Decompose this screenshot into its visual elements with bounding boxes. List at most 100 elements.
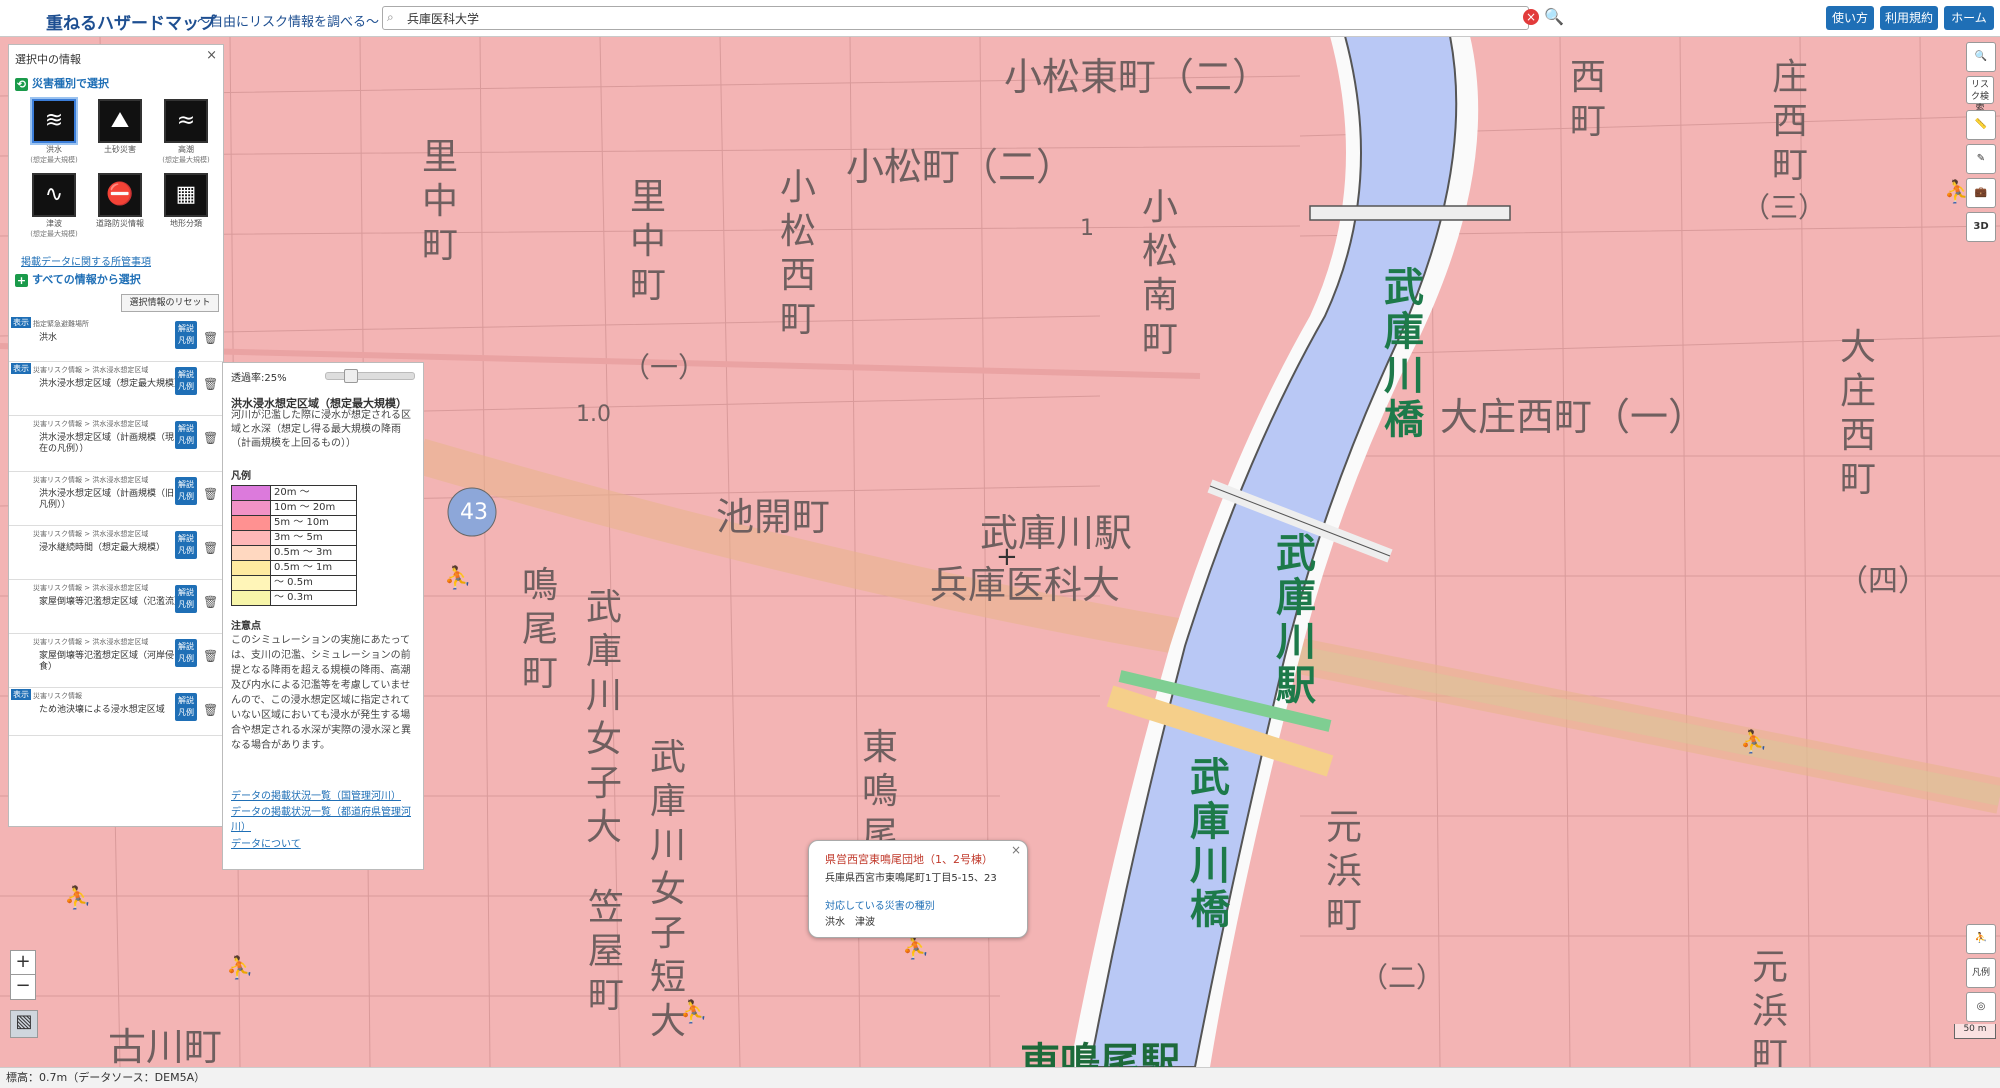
search-location-icon[interactable]: 🔍 [1966, 42, 1996, 72]
measure-icon[interactable]: 📏 [1966, 110, 1996, 140]
opacity-slider-knob[interactable] [344, 369, 358, 383]
shelter-icon[interactable]: ⛹ [64, 886, 91, 911]
layer-name: 洪水浸水想定区域（計画規模（旧凡例）） [39, 489, 175, 510]
hazard-storm-surge-button[interactable]: ≈ 高潮 (想定最大規模) [155, 99, 217, 165]
hazard-storm-surge-label: 高潮 [178, 145, 194, 154]
facility-address: 兵庫県西宮市東鳴尾町1丁目5-15、23 [825, 873, 997, 884]
home-button[interactable]: ホーム [1944, 6, 1994, 30]
selected-info-panel: 選択中の情報 × ⟲ 災害種別で選択 ≋ 洪水 (想定最大規模) ⛰ 土砂災害 ≈… [8, 44, 224, 827]
layer-item[interactable]: 表示 災害リスク情報 > 洪水浸水想定区域 洪水浸水想定区域（想定最大規模） 解… [9, 361, 223, 416]
shelter-icon[interactable]: ⛹ [1740, 730, 1767, 755]
risk-search-button[interactable]: リスク検索 [1966, 76, 1994, 114]
hazard-tsunami-button[interactable]: ∿ 津波 (想定最大規模) [23, 173, 85, 239]
trash-icon[interactable]: 🗑 [203, 703, 218, 717]
layer-legend-button[interactable]: 解説 凡例 [175, 639, 197, 667]
trash-icon[interactable]: 🗑 [203, 377, 218, 391]
layer-item[interactable]: 表示 指定緊急避難場所 洪水 解説 凡例 🗑 [9, 315, 223, 362]
layer-visible-badge[interactable]: 表示 [11, 317, 31, 328]
opacity-slider[interactable] [325, 369, 415, 383]
place-label-osho-nishi2: 大庄西町 [1840, 327, 1877, 500]
shelter-icon[interactable]: ⛹ [226, 956, 253, 981]
layer-name: 家屋倒壊等氾濫想定区域（氾濫流） [39, 597, 184, 607]
app-subtitle: 〜自由にリスク情報を調べる〜 [197, 15, 380, 30]
legend-swatch-label: 3m 〜 5m [274, 532, 323, 543]
search-icon: ⌕ [387, 10, 394, 24]
reset-selection-button[interactable]: 選択情報のリセット [121, 294, 219, 312]
legend-swatch-label: 20m 〜 [274, 487, 310, 498]
data-jurisdiction-link[interactable]: 掲載データに関する所管事項 [21, 253, 151, 268]
legend-swatch: 20m 〜 [231, 485, 357, 501]
place-label-furukawa: 古川町 [108, 1025, 223, 1067]
hazard-tsunami-note: (想定最大規模) [30, 230, 78, 238]
panel-close-icon[interactable]: × [206, 48, 217, 63]
draw-pen-icon[interactable]: ✎ [1966, 144, 1996, 174]
trash-icon[interactable]: 🗑 [203, 331, 218, 345]
trash-icon[interactable]: 🗑 [203, 649, 218, 663]
zoom-out-button[interactable]: − [10, 974, 36, 1000]
location-icon[interactable]: ◎ [1966, 992, 1996, 1022]
layer-legend-button[interactable]: 解説 凡例 [175, 421, 197, 449]
layer-item[interactable]: 災害リスク情報 > 洪水浸水想定区域 家屋倒壊等氾濫想定区域（河岸侵食） 解説 … [9, 633, 223, 688]
place-label-num-ni: （二） [1360, 961, 1445, 994]
layer-legend-button[interactable]: 解説 凡例 [175, 531, 197, 559]
search-button[interactable]: 🔍 [1544, 7, 1564, 27]
trash-icon[interactable]: 🗑 [203, 595, 218, 609]
place-label-komatsu: 小松町（二） [846, 145, 1075, 189]
hazard-tsunami-label: 津波 [46, 219, 62, 228]
clear-search-button[interactable]: × [1523, 9, 1539, 25]
legend-toggle-button[interactable]: 凡例 [1966, 958, 1996, 988]
trash-icon[interactable]: 🗑 [203, 487, 218, 501]
layer-legend-button[interactable]: 解説 凡例 [175, 367, 197, 395]
layer-legend-button[interactable]: 解説 凡例 [175, 693, 197, 721]
data-status-link-national[interactable]: データの掲載状況一覧（国管理河川） [231, 787, 401, 802]
layer-item[interactable]: 表示 災害リスク情報 ため池決壊による浸水想定区域 解説 凡例 🗑 [9, 687, 223, 736]
layer-legend-button[interactable]: 解説 凡例 [175, 477, 197, 505]
hazard-flood-button[interactable]: ≋ 洪水 (想定最大規模) [23, 99, 85, 165]
three-d-button[interactable]: 3D [1966, 212, 1996, 242]
layer-item[interactable]: 災害リスク情報 > 洪水浸水想定区域 洪水浸水想定区域（計画規模（旧凡例）） 解… [9, 471, 223, 526]
hazard-road-button[interactable]: ⛔ 道路防災情報 [89, 173, 151, 229]
app-title[interactable]: 重ねるハザードマップ [46, 9, 216, 34]
popup-close-icon[interactable]: × [1011, 843, 1021, 857]
shelter-icon[interactable]: ⛹ [444, 566, 471, 591]
terms-button[interactable]: 利用規約 [1880, 6, 1938, 30]
trash-icon[interactable]: 🗑 [203, 431, 218, 445]
layer-item[interactable]: 災害リスク情報 > 洪水浸水想定区域 家屋倒壊等氾濫想定区域（氾濫流） 解説 凡… [9, 579, 223, 634]
note-text: このシミュレーションの実施にあたっては、支川の氾濫、シミュレーションの前提となる… [231, 635, 411, 751]
about-data-link[interactable]: データについて [231, 835, 301, 850]
hazard-terrain-button[interactable]: ▦ 地形分類 [155, 173, 217, 229]
layer-legend-button[interactable]: 解説 凡例 [175, 321, 197, 349]
road-icon: ⛔ [98, 173, 142, 217]
place-label-num-ichi: （一） [622, 351, 707, 384]
layer-visible-badge[interactable]: 表示 [11, 689, 31, 700]
help-button[interactable]: 使い方 [1826, 6, 1874, 30]
layer-item[interactable]: 災害リスク情報 > 洪水浸水想定区域 洪水浸水想定区域（計画規模（現在の凡例））… [9, 415, 223, 472]
briefcase-icon[interactable]: 💼 [1966, 178, 1996, 208]
tsunami-icon: ∿ [32, 173, 76, 217]
legend-swatch-color [232, 516, 271, 530]
layer-visible-badge[interactable]: 表示 [11, 363, 31, 374]
data-status-link-prefecture[interactable]: データの掲載状況一覧（都道府県管理河川） [231, 803, 417, 833]
basemap-toggle-icon[interactable]: ▧ [10, 1010, 38, 1038]
legend-swatch-label: 0.5m 〜 3m [274, 547, 333, 558]
trash-icon[interactable]: 🗑 [203, 541, 218, 555]
shelter-icon[interactable]: ⛹ [902, 936, 929, 961]
zoom-in-button[interactable]: + [10, 950, 36, 976]
all-info-section-header[interactable]: + すべての情報から選択 [15, 271, 141, 287]
layer-legend-button[interactable]: 解説 凡例 [175, 585, 197, 613]
storm-surge-icon: ≈ [164, 99, 208, 143]
shelter-icon[interactable]: ⛹ [680, 1000, 707, 1025]
layer-item[interactable]: 災害リスク情報 > 洪水浸水想定区域 浸水継続時間（想定最大規模） 解説 凡例 … [9, 525, 223, 580]
legend-header: 凡例 [231, 471, 251, 482]
hazard-landslide-button[interactable]: ⛰ 土砂災害 [89, 99, 151, 155]
place-label-naruo: 鳴尾町 [522, 565, 559, 694]
legend-swatch: 10m 〜 20m [231, 500, 357, 516]
legend-swatch-label: 〜 0.3m [274, 592, 313, 603]
shelter-toggle-icon[interactable]: ⛹ [1966, 924, 1996, 954]
legend-swatch-color [232, 546, 271, 560]
search-input[interactable] [405, 8, 1499, 28]
landslide-icon: ⛰ [98, 99, 142, 143]
legend-swatch: 5m 〜 10m [231, 515, 357, 531]
layer-name: ため池決壊による浸水想定区域 [39, 705, 165, 715]
hazard-section-header[interactable]: ⟲ 災害種別で選択 [15, 75, 109, 91]
